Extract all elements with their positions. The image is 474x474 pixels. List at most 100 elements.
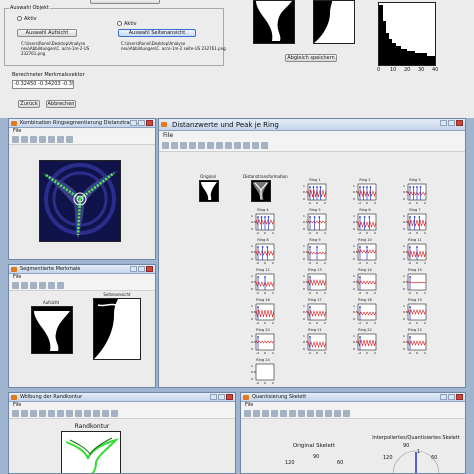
ring-plot-23: Ring 23 1 0.5 0 -2 0 2	[403, 328, 427, 358]
close-icon[interactable]	[146, 120, 153, 126]
combination-titlebar[interactable]: Kombination Ringsegmentierung Distanztra…	[9, 119, 155, 128]
select-side-view-button[interactable]: Auswahl Seitenansicht	[118, 29, 196, 37]
contour-menu-file[interactable]: File	[9, 402, 235, 409]
ring-title: Ring 14	[358, 268, 372, 272]
pointer-icon[interactable]	[198, 142, 205, 149]
close-icon[interactable]	[146, 266, 153, 272]
maximize-icon[interactable]	[448, 394, 455, 400]
svg-text:0: 0	[416, 351, 418, 355]
open-icon[interactable]	[253, 410, 260, 417]
svg-text:1: 1	[251, 214, 253, 218]
ring-plot-7: Ring 7 1 0.5 0 -2 0 2	[403, 208, 427, 238]
print-icon[interactable]	[271, 410, 278, 417]
rotate-icon[interactable]	[316, 410, 323, 417]
svg-text:2: 2	[272, 231, 274, 235]
datacursor-icon[interactable]	[325, 410, 332, 417]
top-view-silhouette	[253, 0, 295, 44]
minimize-icon[interactable]	[210, 394, 217, 400]
minimize-icon[interactable]	[130, 120, 137, 126]
radio-active-left[interactable]	[17, 16, 22, 21]
pan-icon[interactable]	[66, 136, 73, 143]
svg-text:1: 1	[403, 184, 405, 188]
zoom-in-icon[interactable]	[57, 410, 64, 417]
legend-icon[interactable]	[261, 142, 268, 149]
datacursor-icon[interactable]	[243, 142, 250, 149]
zoom-out-icon[interactable]	[216, 142, 223, 149]
pointer-icon[interactable]	[280, 410, 287, 417]
radio-inactive-right[interactable]	[117, 21, 122, 26]
new-icon[interactable]	[244, 410, 251, 417]
zoom-in-icon[interactable]	[48, 136, 55, 143]
minimize-icon[interactable]	[440, 394, 447, 400]
feature-vector-field[interactable]: -0.32450 -0.34203 -0.39009 -0.3624	[12, 80, 74, 89]
ring-title: Ring 8	[257, 238, 269, 242]
new-icon[interactable]	[12, 282, 19, 289]
print-icon[interactable]	[39, 136, 46, 143]
path-left-line3: 232761.png	[21, 51, 46, 56]
close-icon[interactable]	[456, 394, 463, 400]
ring-plot-2: Ring 2 1 0.5 0 -2 0 2	[353, 178, 377, 208]
pan-icon[interactable]	[75, 410, 82, 417]
pan-icon[interactable]	[307, 410, 314, 417]
svg-text:2: 2	[374, 321, 376, 325]
new-icon[interactable]	[162, 142, 169, 149]
new-icon[interactable]	[12, 410, 19, 417]
colorbar-icon[interactable]	[334, 410, 341, 417]
cancel-button[interactable]: Abbrechen	[46, 100, 76, 108]
legend-icon[interactable]	[343, 410, 350, 417]
zoom-out-icon[interactable]	[57, 136, 64, 143]
pan-icon[interactable]	[225, 142, 232, 149]
maximize-icon[interactable]	[448, 120, 455, 126]
rings-menu-file[interactable]: File	[159, 131, 465, 140]
zoom-out-icon[interactable]	[66, 410, 73, 417]
svg-text:-2: -2	[308, 231, 311, 235]
pointer-icon[interactable]	[48, 410, 55, 417]
combination-menu-file[interactable]: File	[9, 128, 155, 135]
skeleton-menu-file[interactable]: File	[241, 402, 465, 409]
svg-text:0.5: 0.5	[251, 220, 256, 224]
svg-text:0: 0	[251, 377, 253, 381]
maximize-icon[interactable]	[218, 394, 225, 400]
svg-text:2: 2	[424, 231, 426, 235]
close-icon[interactable]	[456, 120, 463, 126]
contour-titlebar[interactable]: Wölbung der Randkontur	[9, 393, 235, 402]
new-icon[interactable]	[12, 136, 19, 143]
minimize-icon[interactable]	[130, 266, 137, 272]
colorbar-icon[interactable]	[252, 142, 259, 149]
legend-icon[interactable]	[111, 410, 118, 417]
maximize-icon[interactable]	[138, 266, 145, 272]
maximize-icon[interactable]	[138, 120, 145, 126]
rotate-icon[interactable]	[234, 142, 241, 149]
save-icon[interactable]	[180, 142, 187, 149]
print-icon[interactable]	[39, 282, 46, 289]
rings-titlebar[interactable]: Distanzwerte und Peak je Ring	[159, 119, 465, 131]
datacursor-icon[interactable]	[93, 410, 100, 417]
open-icon[interactable]	[21, 410, 28, 417]
print-icon[interactable]	[189, 142, 196, 149]
save-icon[interactable]	[30, 282, 37, 289]
zoom-in-icon[interactable]	[289, 410, 296, 417]
zoom-in-icon[interactable]	[48, 282, 55, 289]
skeleton-titlebar[interactable]: Quantisierung Skelett	[241, 393, 465, 402]
top-hidden-button[interactable]	[90, 0, 160, 4]
back-button[interactable]: Zurück	[18, 100, 40, 108]
open-icon[interactable]	[171, 142, 178, 149]
select-top-view-button[interactable]: Auswahl Aufsicht	[17, 29, 77, 37]
save-icon[interactable]	[30, 410, 37, 417]
segmented-titlebar[interactable]: Segmentierte Merkmale	[9, 265, 155, 274]
open-icon[interactable]	[21, 282, 28, 289]
segmented-menu-file[interactable]: File	[9, 274, 155, 281]
colorbar-icon[interactable]	[102, 410, 109, 417]
print-icon[interactable]	[39, 410, 46, 417]
zoom-in-icon[interactable]	[207, 142, 214, 149]
save-icon[interactable]	[30, 136, 37, 143]
ring-plot-5: Ring 5 1 0.5 0 -2 0 2	[303, 208, 327, 238]
rotate-icon[interactable]	[84, 410, 91, 417]
zoom-out-icon[interactable]	[298, 410, 305, 417]
open-icon[interactable]	[21, 136, 28, 143]
save-icon[interactable]	[262, 410, 269, 417]
close-icon[interactable]	[226, 394, 233, 400]
zoom-out-icon[interactable]	[57, 282, 64, 289]
save-comparison-button[interactable]: Abgleich speichern	[285, 54, 337, 62]
minimize-icon[interactable]	[440, 120, 447, 126]
